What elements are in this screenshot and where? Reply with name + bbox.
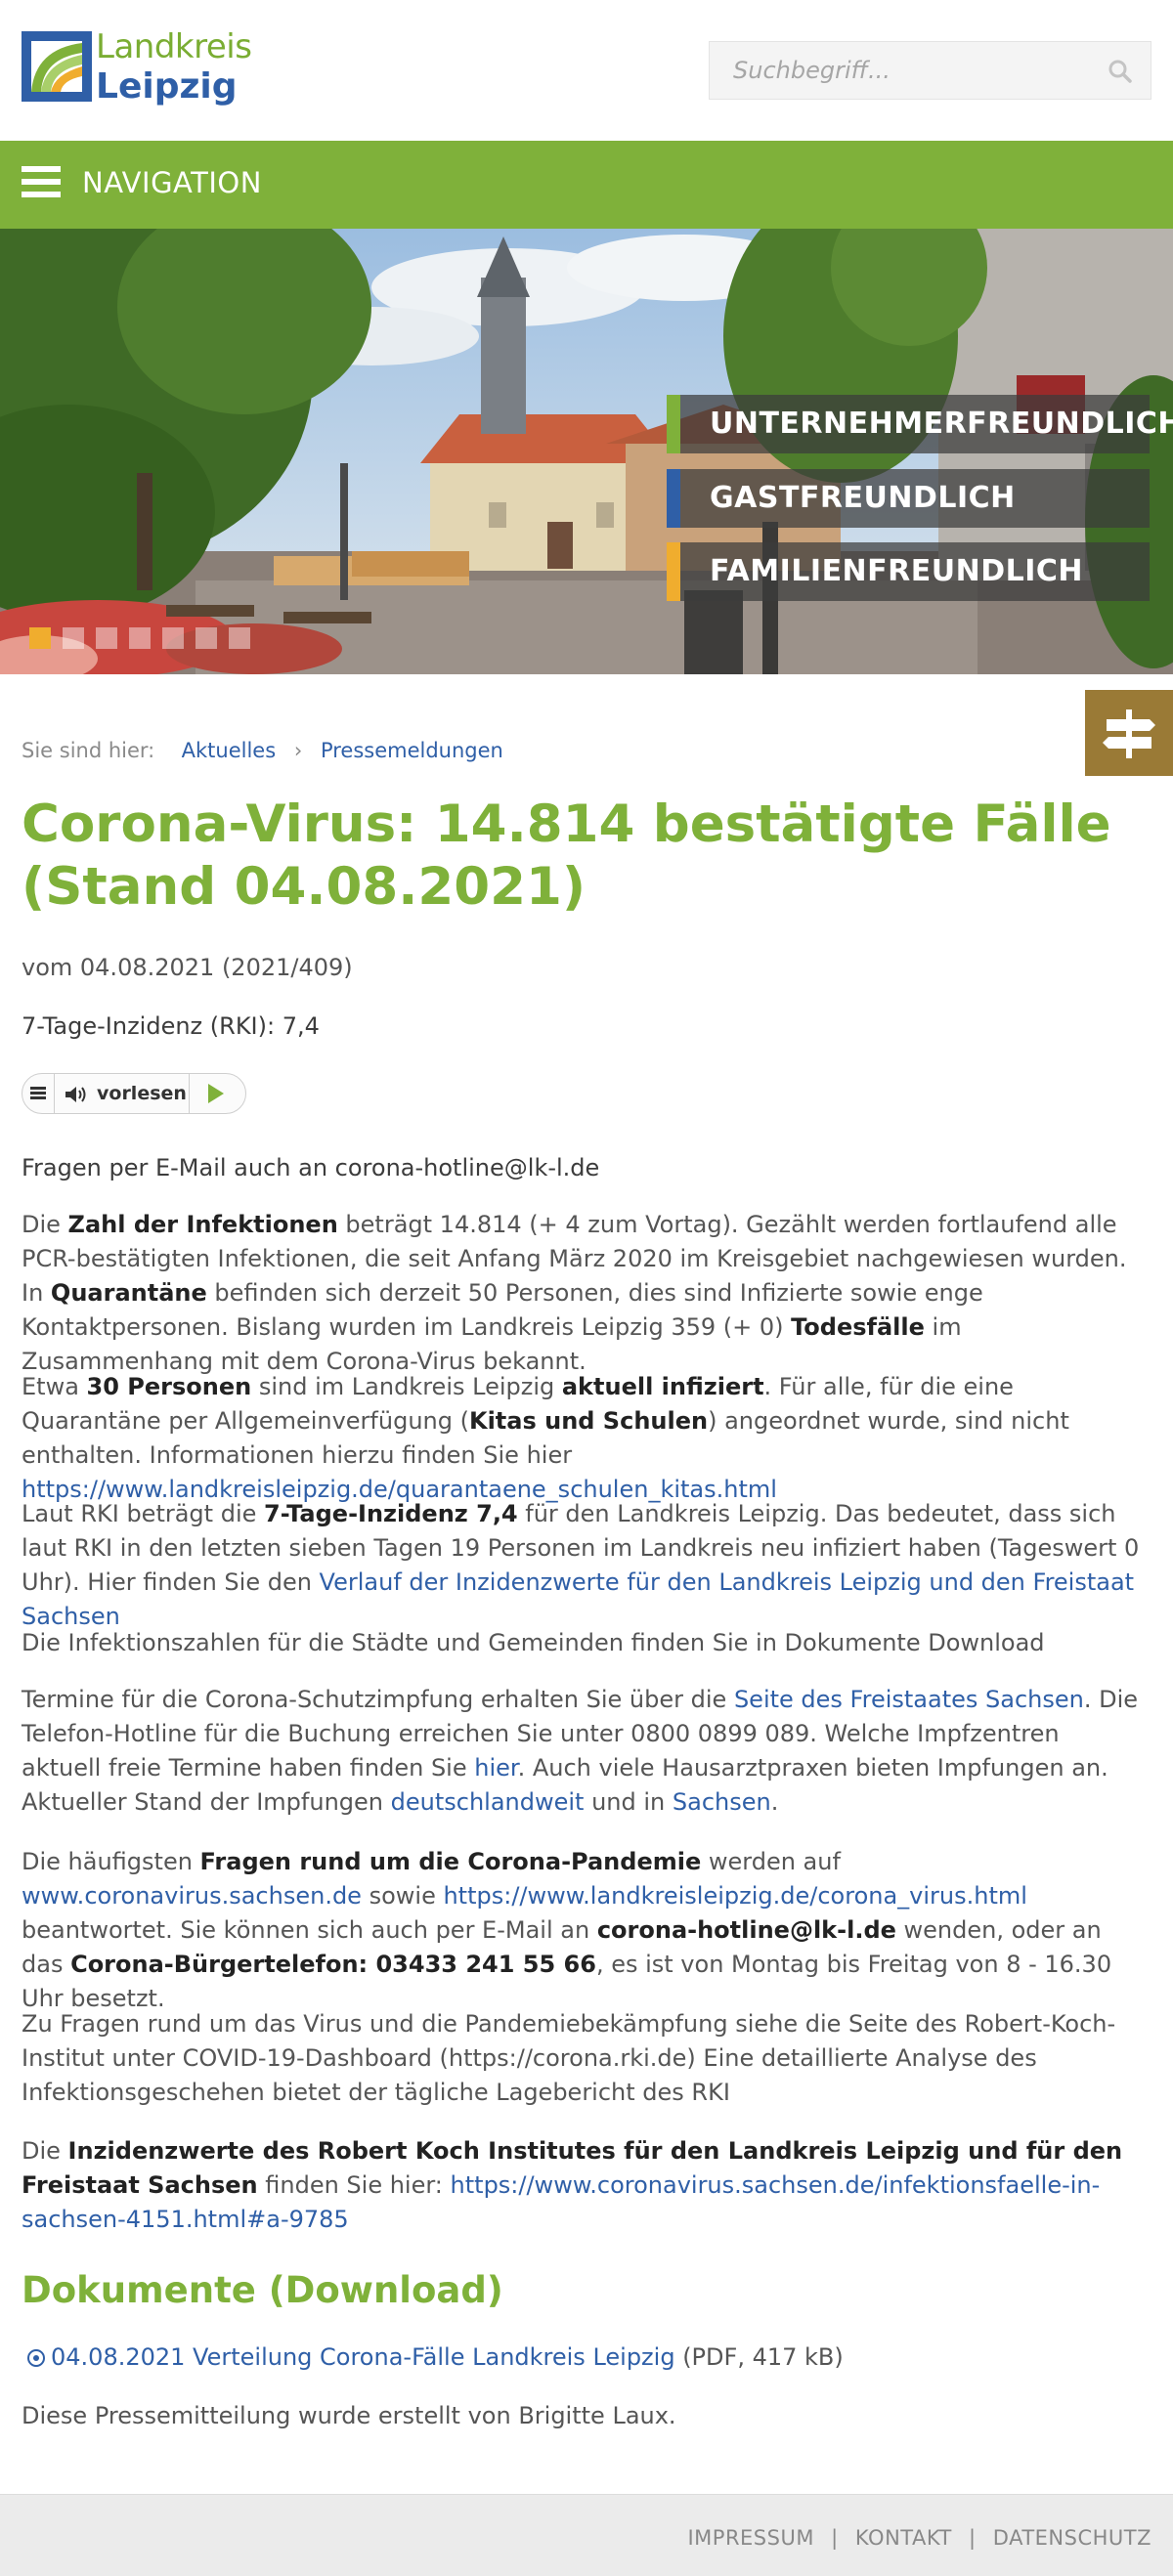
search-box: [709, 41, 1151, 100]
footer-link-impressum[interactable]: IMPRESSUM: [687, 2526, 814, 2550]
link-landkreis-corona-virus[interactable]: https://www.landkreisleipzig.de/corona_v…: [443, 1882, 1026, 1910]
slider-dot[interactable]: [63, 627, 84, 649]
readspeaker-label[interactable]: vorlesen: [97, 1083, 187, 1104]
breadcrumb-prefix: Sie sind hier:: [22, 739, 155, 762]
slider-dot[interactable]: [196, 627, 217, 649]
paragraph-impfung: Termine für die Corona-Schutzimpfung erh…: [22, 1686, 1139, 1816]
documents-heading: Dokumente (Download): [22, 2269, 503, 2311]
logo-text-leipzig: Leipzig: [96, 66, 238, 107]
paragraph-inzidenz: Laut RKI beträgt die 7-Tage-Inzidenz 7,4…: [22, 1500, 1140, 1630]
document-meta: (PDF, 417 kB): [674, 2343, 844, 2371]
claim-familienfreundlich[interactable]: FAMILIENFREUNDLICH: [667, 542, 1150, 601]
paragraph-rki-inzidenzwerte: Die Inzidenzwerte des Robert Koch Instit…: [22, 2137, 1123, 2233]
claim-label: FAMILIENFREUNDLICH: [710, 554, 1084, 588]
claim-gastfreundlich[interactable]: GASTFREUNDLICH: [667, 469, 1150, 528]
footer-link-kontakt[interactable]: KONTAKT: [855, 2526, 952, 2550]
link-deutschlandweit[interactable]: deutschlandweit: [391, 1788, 585, 1816]
site-logo[interactable]: Landkreis Leipzig: [22, 27, 252, 111]
slider-dot[interactable]: [162, 627, 184, 649]
article-inzidenz: 7-Tage-Inzidenz (RKI): 7,4: [22, 1012, 320, 1040]
play-icon[interactable]: [208, 1084, 224, 1103]
author-note: Diese Pressemitteilung wurde erstellt vo…: [22, 2402, 676, 2429]
page-title: Corona-Virus: 14.814 bestätigte Fälle (S…: [22, 794, 1111, 917]
readspeaker-menu-icon[interactable]: [30, 1087, 46, 1100]
divider: [54, 1074, 55, 1113]
paragraph-infektionszahlen-gemeinden: Die Infektionszahlen für die Städte und …: [22, 1629, 1045, 1656]
claim-accent-bar: [667, 469, 680, 528]
slider-dot[interactable]: [29, 627, 51, 649]
link-sachsen[interactable]: Sachsen: [673, 1788, 771, 1816]
signpost-icon: [1103, 709, 1155, 758]
claim-label: UNTERNEHMERFREUNDLICH: [710, 407, 1173, 441]
search-input[interactable]: [710, 42, 1081, 99]
speaker-icon[interactable]: [64, 1084, 89, 1105]
signpost-button[interactable]: [1085, 690, 1173, 776]
claim-accent-bar: [667, 395, 680, 453]
breadcrumb-link-aktuelles[interactable]: Aktuelles: [182, 739, 277, 762]
link-impfzentren-hier[interactable]: hier: [474, 1754, 517, 1782]
link-freistaat-sachsen[interactable]: Seite des Freistaates Sachsen: [734, 1686, 1084, 1713]
breadcrumb-link-pressemeldungen[interactable]: Pressemeldungen: [321, 739, 503, 762]
breadcrumb: Sie sind hier: Aktuelles › Pressemeldung…: [22, 739, 503, 762]
document-item: 04.08.2021 Verteilung Corona-Fälle Landk…: [27, 2343, 844, 2371]
navigation-bar[interactable]: NAVIGATION: [0, 141, 1173, 229]
claim-unternehmerfreundlich[interactable]: UNTERNEHMERFREUNDLICH: [667, 395, 1173, 453]
slider-dot[interactable]: [229, 627, 250, 649]
claim-label: GASTFREUNDLICH: [710, 481, 1016, 515]
logo-text-landkreis: Landkreis: [96, 27, 252, 66]
divider: [189, 1074, 190, 1113]
hamburger-menu-icon[interactable]: [22, 166, 61, 201]
logo-mark-icon: [22, 31, 92, 102]
paragraph-fragen: Die häufigsten Fragen rund um die Corona…: [22, 1848, 1112, 2012]
search-icon[interactable]: [1108, 59, 1133, 84]
paragraph-aktuell-infiziert: Etwa 30 Personen sind im Landkreis Leipz…: [22, 1373, 1069, 1503]
site-header: Landkreis Leipzig: [0, 0, 1173, 141]
navigation-label[interactable]: NAVIGATION: [82, 166, 262, 199]
breadcrumb-separator: ›: [293, 739, 303, 762]
paragraph-infektionen: Die Zahl der Infektionen beträgt 14.814 …: [22, 1211, 1127, 1375]
document-link[interactable]: 04.08.2021 Verteilung Corona-Fälle Landk…: [51, 2343, 675, 2371]
site-footer: IMPRESSUM | KONTAKT | DATENSCHUTZ: [0, 2494, 1173, 2576]
paragraph-rki: Zu Fragen rund um das Virus und die Pand…: [22, 2010, 1116, 2106]
hero-slider: UNTERNEHMERFREUNDLICH GASTFREUNDLICH FAM…: [0, 229, 1173, 674]
footer-separator: |: [969, 2526, 977, 2550]
download-icon: [27, 2349, 45, 2367]
footer-links: IMPRESSUM | KONTAKT | DATENSCHUTZ: [687, 2526, 1151, 2550]
readspeaker-widget: vorlesen: [22, 1073, 246, 1114]
slider-dot[interactable]: [96, 627, 117, 649]
article-date-meta: vom 04.08.2021 (2021/409): [22, 954, 353, 981]
slider-dot[interactable]: [129, 627, 151, 649]
link-coronavirus-sachsen[interactable]: www.coronavirus.sachsen.de: [22, 1882, 362, 1910]
claim-accent-bar: [667, 542, 680, 601]
footer-separator: |: [831, 2526, 839, 2550]
footer-link-datenschutz[interactable]: DATENSCHUTZ: [993, 2526, 1151, 2550]
hotline-text: Fragen per E-Mail auch an corona-hotline…: [22, 1154, 600, 1181]
